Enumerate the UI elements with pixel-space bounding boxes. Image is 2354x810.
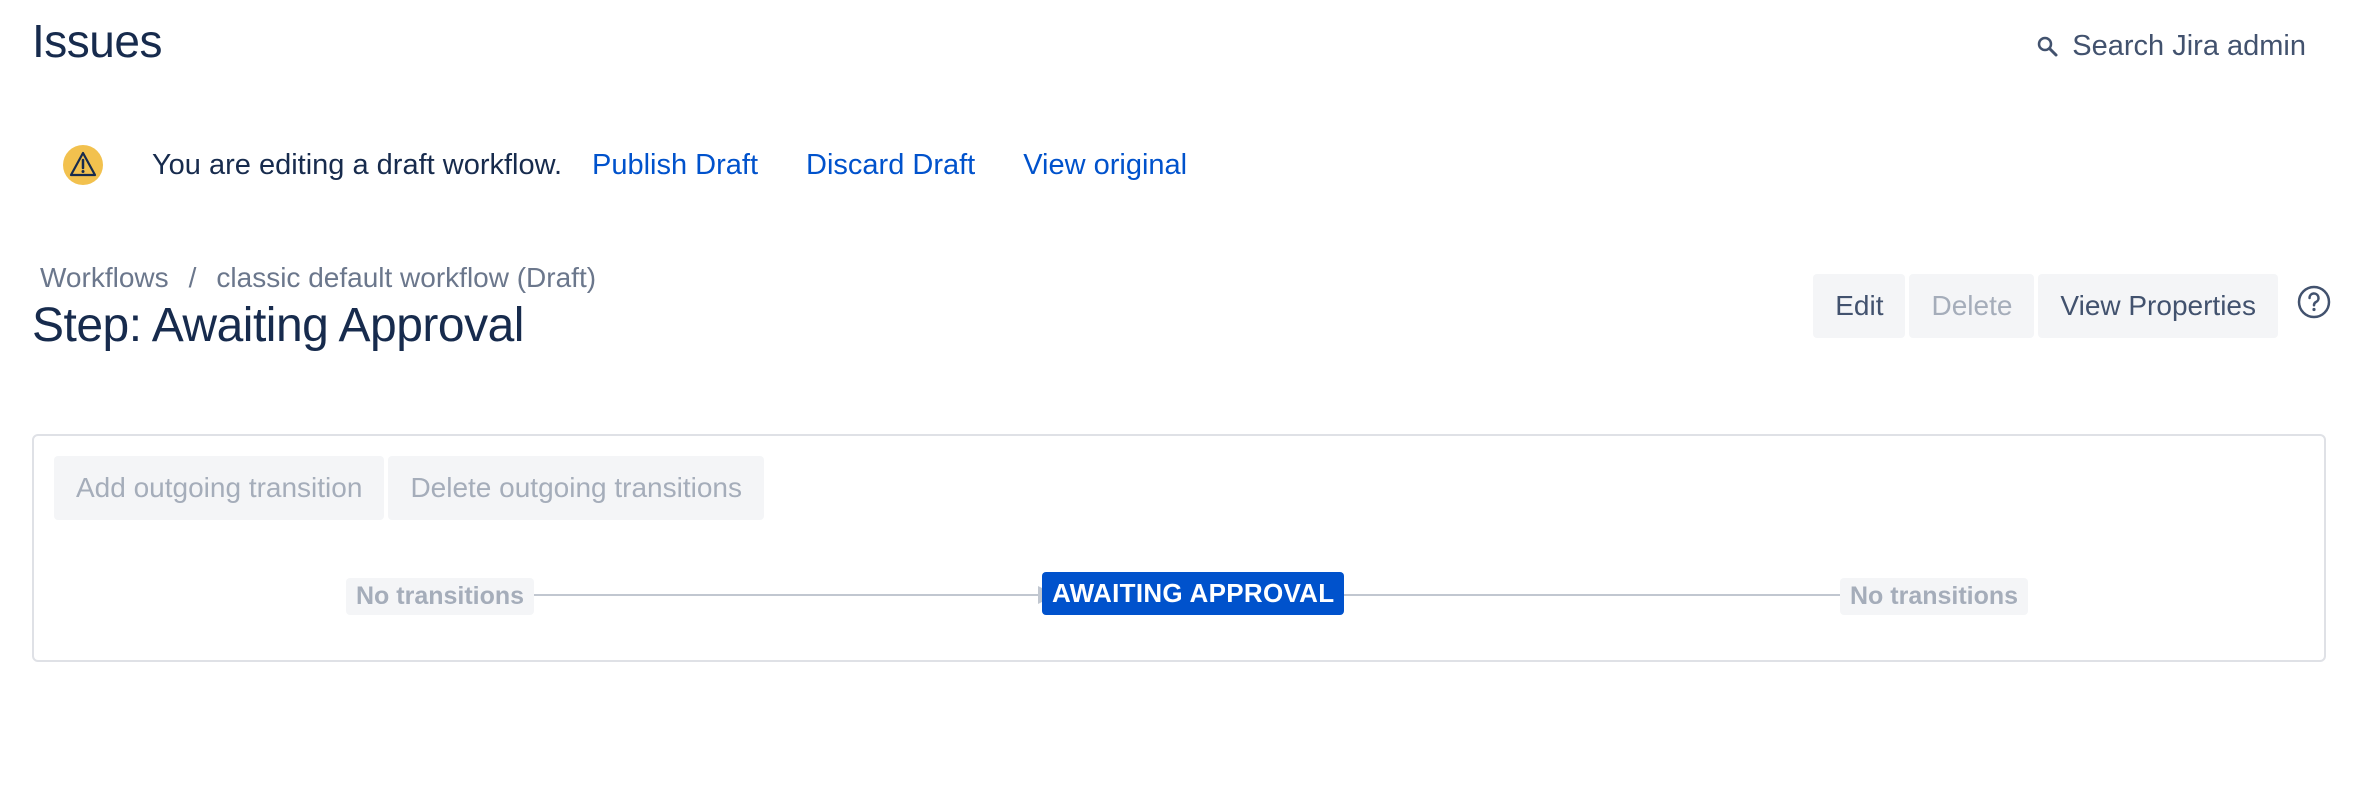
status-awaiting-approval[interactable]: AWAITING APPROVAL: [1042, 572, 1345, 615]
search-icon: [2038, 36, 2058, 56]
view-properties-button[interactable]: View Properties: [2038, 274, 2278, 338]
search-jira-admin-label: Search Jira admin: [2072, 30, 2306, 62]
outgoing-connector: [1316, 594, 1872, 596]
step-diagram: No transitions AWAITING APPROVAL No tran…: [34, 436, 2324, 660]
breadcrumb-workflow-draft[interactable]: classic default workflow (Draft): [216, 262, 596, 294]
incoming-connector: [532, 594, 1050, 596]
breadcrumb: Workflows / classic default workflow (Dr…: [40, 262, 596, 294]
discard-draft-link[interactable]: Discard Draft: [806, 149, 975, 182]
edit-button[interactable]: Edit: [1813, 274, 1906, 338]
page: Issues Search Jira admin You are editing…: [0, 0, 2354, 810]
page-title: Issues: [32, 15, 162, 67]
draft-banner: You are editing a draft workflow. Publis…: [62, 144, 1235, 186]
delete-button: Delete: [1909, 274, 2035, 338]
warning-icon: [63, 145, 103, 185]
view-original-link[interactable]: View original: [1023, 149, 1187, 182]
step-title: Step: Awaiting Approval: [32, 299, 524, 352]
help-icon[interactable]: [2296, 284, 2332, 320]
draft-message: You are editing a draft workflow.: [152, 148, 563, 181]
search-jira-admin[interactable]: Search Jira admin: [2036, 30, 2306, 63]
breadcrumb-workflows[interactable]: Workflows: [40, 262, 169, 294]
publish-draft-link[interactable]: Publish Draft: [592, 149, 758, 182]
incoming-no-transitions: No transitions: [346, 578, 535, 615]
breadcrumb-separator: /: [188, 262, 197, 293]
workflow-step-panel: Add outgoing transition Delete outgoing …: [32, 434, 2326, 662]
outgoing-no-transitions: No transitions: [1840, 578, 2029, 615]
step-actions: Edit Delete View Properties: [1813, 274, 2278, 338]
